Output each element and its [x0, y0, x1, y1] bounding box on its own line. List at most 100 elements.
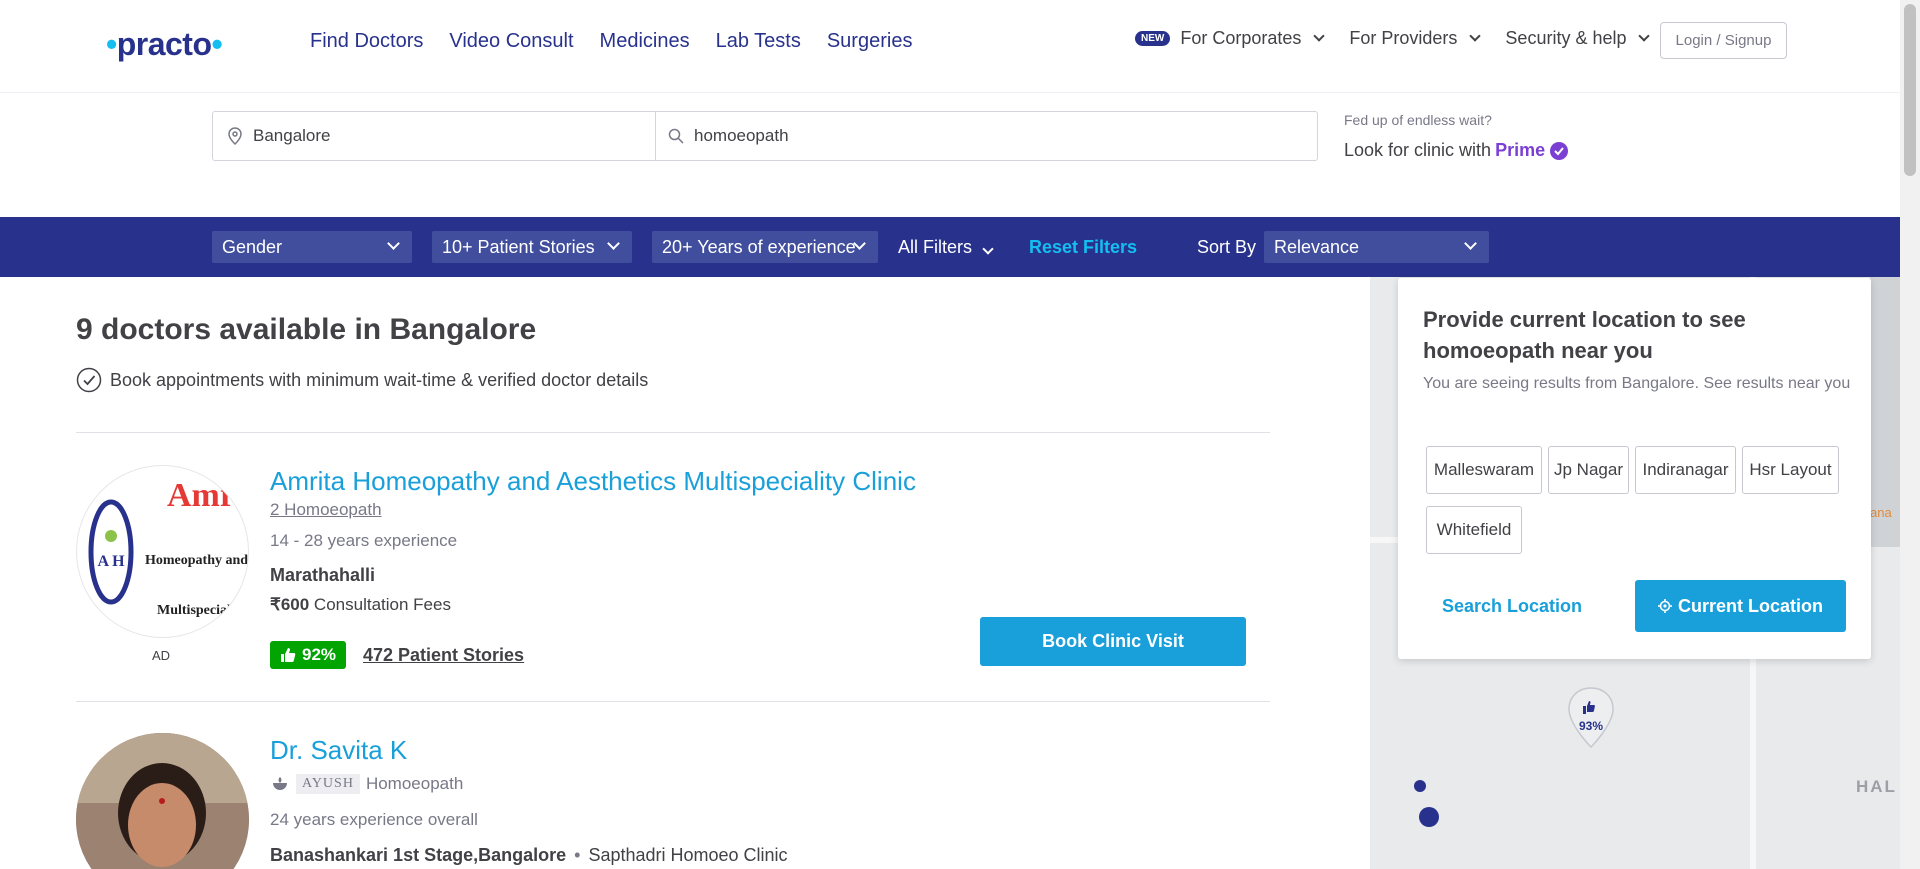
nav-for-providers[interactable]: For Providers [1349, 28, 1482, 49]
location-prompt-card: Provide current location to see homoeopa… [1398, 278, 1871, 659]
check-circle-icon [76, 367, 102, 393]
main-nav: Find Doctors Video Consult Medicines Lab… [310, 30, 912, 53]
location-value: Bangalore [253, 126, 331, 145]
results-heading: 9 doctors available in Bangalore [76, 313, 537, 346]
top-navbar: •practo• Find Doctors Video Consult Medi… [0, 0, 1900, 93]
login-signup-button[interactable]: Login / Signup [1660, 22, 1787, 59]
divider [76, 701, 1270, 702]
search-icon [668, 128, 684, 144]
svg-text:A H: A H [97, 553, 125, 570]
chip-hsr-layout[interactable]: Hsr Layout [1742, 446, 1839, 494]
separator-dot: • [574, 845, 581, 865]
search-bar: Bangalore homoeopath [212, 111, 1318, 161]
current-location-button[interactable]: Current Location [1635, 580, 1846, 632]
experience-text: 14 - 28 years experience [270, 531, 458, 550]
new-badge: NEW [1135, 31, 1171, 46]
filter-label: Gender [222, 236, 283, 257]
doctor-photo[interactable] [76, 733, 249, 869]
reset-filters-link[interactable]: Reset Filters [1029, 237, 1137, 258]
current-location-label: Current Location [1677, 595, 1823, 616]
doctor-name-link[interactable]: Dr. Savita K [270, 735, 407, 766]
map-marker-dot[interactable] [1419, 807, 1439, 827]
chevron-down-icon [982, 243, 994, 255]
nav-video-consult[interactable]: Video Consult [449, 30, 573, 53]
nav-lab-tests[interactable]: Lab Tests [716, 30, 801, 53]
right-nav: NEW For Corporates For Providers Securit… [1135, 28, 1651, 49]
rating-badge: 92% [270, 641, 347, 669]
logo-text-line2: Homeopathy and Aesthetic [145, 553, 249, 568]
specialists-link[interactable]: 2 Homoeopath [270, 500, 382, 520]
chip-whitefield[interactable]: Whitefield [1426, 506, 1522, 554]
filter-label: 20+ Years of experience [662, 236, 856, 257]
doctor-specialty: AYUSH Homoeopath [270, 774, 463, 794]
map-pin-icon [1568, 687, 1614, 749]
map-label-hal: HAL [1856, 777, 1897, 796]
location-input[interactable]: Bangalore [213, 112, 656, 160]
chip-malleswaram[interactable]: Malleswaram [1426, 446, 1542, 494]
experience-text: 24 years experience overall [270, 810, 478, 829]
locality-text: Marathahalli [270, 565, 376, 585]
doctor-avatar-image [76, 733, 249, 869]
rating-value: 92% [302, 645, 337, 664]
ayush-icon [273, 777, 287, 790]
book-clinic-visit-button[interactable]: Book Clinic Visit [980, 617, 1246, 666]
sort-value: Relevance [1274, 236, 1360, 257]
filter-label: 10+ Patient Stories [442, 236, 595, 257]
chevron-down-icon [1638, 30, 1651, 42]
nav-security-help[interactable]: Security & help [1505, 28, 1651, 49]
search-query-value: homoeopath [694, 126, 789, 145]
crosshair-icon [1657, 599, 1672, 613]
clinic-logo[interactable]: A H Amrita... Homeopathy and Aesthetic M… [76, 465, 249, 638]
chevron-down-icon [1464, 237, 1477, 250]
search-location-link[interactable]: Search Location [1442, 596, 1582, 617]
nav-for-corporates[interactable]: NEW For Corporates [1135, 28, 1326, 49]
chevron-down-icon [1469, 30, 1482, 42]
prime-promo-line1: Fed up of endless wait? [1344, 112, 1492, 128]
clinic-location: Banashankari 1st Stage,Bangalore • Sapth… [270, 845, 788, 866]
chevron-down-icon [1313, 30, 1326, 42]
chevron-down-icon [607, 237, 620, 250]
fee-amount: ₹600 [270, 595, 310, 614]
amrita-logo-image: A H Amrita... Homeopathy and Aesthetic M… [88, 477, 249, 618]
nav-find-doctors[interactable]: Find Doctors [310, 30, 423, 53]
prime-verified-icon [1550, 141, 1569, 160]
chip-jp-nagar[interactable]: Jp Nagar [1548, 446, 1629, 494]
clinic-name-link[interactable]: Amrita Homeopathy and Aesthetics Multisp… [270, 466, 916, 497]
nav-medicines[interactable]: Medicines [600, 30, 690, 53]
search-input[interactable]: homoeopath [656, 112, 1317, 160]
ayush-badge: AYUSH [296, 774, 360, 794]
subheading-text: Book appointments with minimum wait-time… [110, 369, 649, 390]
nav-label: Security & help [1505, 28, 1627, 48]
pin-rating-value: 93% [1578, 719, 1604, 733]
location-pin-icon [228, 127, 242, 145]
logo-text-line3: Multispeciality clinic [157, 603, 249, 618]
patient-stories-link[interactable]: 472 Patient Stories [363, 645, 524, 666]
fee-label: Consultation Fees [313, 595, 451, 614]
filter-label: All Filters [898, 237, 973, 257]
logo-text-line1: Amrita... [167, 477, 249, 514]
prime-promo[interactable]: Fed up of endless wait? Look for clinic … [1344, 112, 1569, 161]
nav-label: For Corporates [1180, 28, 1302, 48]
location-prompt-subtitle: You are seeing results from Bangalore. S… [1423, 375, 1851, 392]
prime-label: Prime [1495, 140, 1546, 160]
divider [76, 432, 1270, 433]
sort-dropdown[interactable]: Relevance [1264, 231, 1489, 263]
scrollbar-thumb[interactable] [1904, 4, 1916, 176]
map-label-ana: ana [1870, 505, 1892, 520]
map-marker-dot[interactable] [1414, 780, 1426, 792]
consultation-fees: ₹600 Consultation Fees [270, 595, 451, 615]
scrollbar[interactable] [1900, 0, 1920, 869]
experience-filter[interactable]: 20+ Years of experience [652, 231, 878, 263]
nav-label: For Providers [1349, 28, 1458, 48]
gender-filter[interactable]: Gender [212, 231, 412, 263]
chip-indiranagar[interactable]: Indiranagar [1635, 446, 1736, 494]
location-prompt-title: Provide current location to see homoeopa… [1423, 307, 1746, 363]
results-subheading: Book appointments with minimum wait-time… [76, 367, 648, 393]
all-filters-dropdown[interactable]: All Filters [898, 237, 994, 258]
practo-logo[interactable]: •practo• [106, 26, 223, 63]
chevron-down-icon [387, 237, 400, 250]
nav-surgeries[interactable]: Surgeries [827, 30, 913, 53]
map-rating-pin[interactable]: 93% [1566, 686, 1616, 750]
thumbs-up-icon [281, 648, 296, 662]
patient-stories-filter[interactable]: 10+ Patient Stories [432, 231, 632, 263]
